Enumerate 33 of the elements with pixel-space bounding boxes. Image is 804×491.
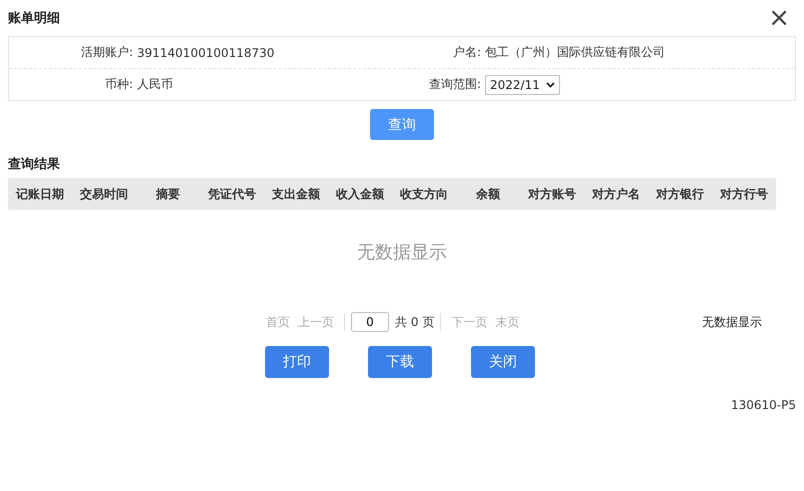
page-input[interactable]: 0 bbox=[351, 312, 389, 332]
field-value: 391140100100118730 bbox=[137, 46, 276, 60]
dialog-title: 账单明细 bbox=[8, 10, 60, 27]
section-title: 查询结果 bbox=[8, 156, 61, 174]
column-header: 对方户名 bbox=[590, 186, 641, 202]
column-header: 对方行号 bbox=[718, 186, 769, 202]
pager-status: 无数据显示 bbox=[702, 314, 762, 330]
column-header: 记账日期 bbox=[14, 186, 65, 202]
field-value: 人民币 bbox=[137, 76, 174, 93]
field-label: 币种: bbox=[104, 76, 134, 93]
empty-message: 无数据显示 bbox=[356, 241, 448, 265]
close-button[interactable]: × bbox=[768, 5, 796, 31]
page-code: 130610-P5 bbox=[730, 398, 796, 412]
column-header: 支出金额 bbox=[271, 186, 321, 202]
column-header: 余额 bbox=[474, 186, 501, 202]
field-label: 查询范围: bbox=[428, 76, 482, 93]
field-label: 户名: bbox=[452, 44, 482, 61]
page-total: 共 0 页 bbox=[395, 314, 434, 330]
query-button[interactable]: 查询 bbox=[370, 109, 434, 140]
field-value: 包工（广州）国际供应链有限公司 bbox=[485, 45, 665, 59]
column-header: 摘要 bbox=[154, 186, 181, 202]
column-header: 收入金额 bbox=[335, 186, 385, 202]
column-header: 收支方向 bbox=[399, 186, 449, 202]
column-header: 凭证代号 bbox=[207, 186, 257, 202]
column-header: 对方银行 bbox=[654, 186, 705, 202]
column-header: 对方账号 bbox=[526, 186, 577, 202]
field-label: 活期账户: bbox=[80, 44, 134, 61]
action-button[interactable]: 下载 bbox=[368, 346, 432, 378]
action-button[interactable]: 关闭 bbox=[471, 346, 535, 378]
action-button[interactable]: 打印 bbox=[265, 346, 329, 378]
range-select[interactable]: 2022/11 bbox=[485, 74, 560, 94]
column-header: 交易时间 bbox=[79, 186, 129, 202]
caret-icon bbox=[546, 82, 555, 88]
